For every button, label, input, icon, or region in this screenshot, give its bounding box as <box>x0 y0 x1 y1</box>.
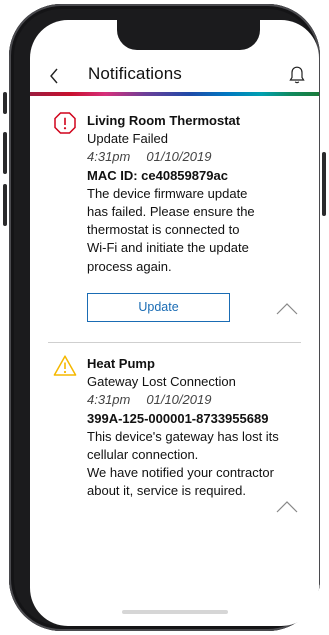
volume-down-button <box>3 184 7 226</box>
volume-up-button <box>3 132 7 174</box>
timestamp: 4:31pm 01/10/2019 <box>87 391 309 409</box>
message-line: cellular connection. <box>87 447 199 463</box>
app-screen: Notifications Living Room Thermostat Upd… <box>30 20 319 626</box>
warning-triangle-icon <box>53 355 77 376</box>
chevron-up-icon[interactable] <box>276 499 298 513</box>
message-line: We have notified your contractor <box>87 465 274 481</box>
notification-status: Gateway Lost Connection <box>87 374 236 390</box>
device-name: Heat Pump <box>87 356 155 371</box>
power-button <box>322 152 326 216</box>
message-line: about it, service is required. <box>87 483 246 499</box>
date: 01/10/2019 <box>146 392 212 408</box>
notification-card-heat-pump: Heat Pump Gateway Lost Connection 4:31pm… <box>30 20 319 620</box>
home-indicator[interactable] <box>122 610 228 614</box>
message-line: This device's gateway has lost its <box>87 428 279 444</box>
silent-switch <box>3 92 7 114</box>
time: 4:31pm <box>87 392 131 408</box>
device-identifier: 399A-125-000001-8733955689 <box>87 410 269 426</box>
